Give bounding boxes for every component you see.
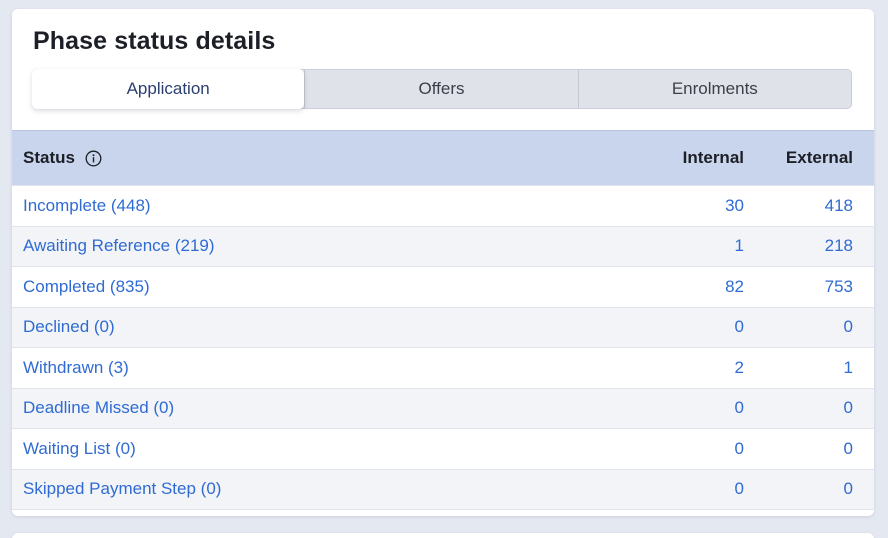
next-card-edge <box>12 533 874 538</box>
internal-count[interactable]: 1 <box>634 236 744 256</box>
table-row: Deadline Missed (0) 0 0 <box>12 387 874 428</box>
status-header-label: Status <box>23 148 75 167</box>
internal-count[interactable]: 0 <box>634 317 744 337</box>
status-link[interactable]: Declined (0) <box>12 317 634 337</box>
status-header-cell: Status <box>12 148 634 168</box>
status-link[interactable]: Withdrawn (3) <box>12 358 634 378</box>
internal-count[interactable]: 82 <box>634 277 744 297</box>
external-header: External <box>785 148 853 167</box>
external-count[interactable]: 0 <box>744 398 853 418</box>
external-count[interactable]: 218 <box>744 236 853 256</box>
status-link[interactable]: Waiting List (0) <box>12 439 634 459</box>
card-title: Phase status details <box>33 27 276 55</box>
external-count[interactable]: 418 <box>744 196 853 216</box>
table-header-row: Status Internal External <box>12 130 874 185</box>
external-count[interactable]: 0 <box>744 317 853 337</box>
status-link[interactable]: Incomplete (448) <box>12 196 634 216</box>
tab-offers[interactable]: Offers <box>304 70 577 108</box>
external-count[interactable]: 0 <box>744 439 853 459</box>
internal-header: Internal <box>682 148 744 167</box>
table-row: Withdrawn (3) 2 1 <box>12 347 874 388</box>
phase-tabs: Application Offers Enrolments <box>32 69 852 109</box>
external-count[interactable]: 1 <box>744 358 853 378</box>
table-row: Awaiting Reference (219) 1 218 <box>12 225 874 266</box>
tab-application[interactable]: Application <box>32 69 305 109</box>
table-row: Declined (0) 0 0 <box>12 306 874 347</box>
internal-count[interactable]: 30 <box>634 196 744 216</box>
table-row: Skipped Payment Step (0) 0 0 <box>12 468 874 509</box>
status-link[interactable]: Awaiting Reference (219) <box>12 236 634 256</box>
internal-count[interactable]: 0 <box>634 439 744 459</box>
table-divider <box>12 509 874 510</box>
external-count[interactable]: 753 <box>744 277 853 297</box>
status-link[interactable]: Skipped Payment Step (0) <box>12 479 634 499</box>
info-circle-icon[interactable] <box>85 150 102 167</box>
internal-count[interactable]: 2 <box>634 358 744 378</box>
table-row: Completed (835) 82 753 <box>12 266 874 307</box>
phase-status-card: Phase status details Application Offers … <box>12 9 874 516</box>
internal-count[interactable]: 0 <box>634 398 744 418</box>
internal-count[interactable]: 0 <box>634 479 744 499</box>
external-count[interactable]: 0 <box>744 479 853 499</box>
status-link[interactable]: Deadline Missed (0) <box>12 398 634 418</box>
table-row: Incomplete (448) 30 418 <box>12 185 874 226</box>
table-body: Incomplete (448) 30 418 Awaiting Referen… <box>12 185 874 509</box>
table-row: Waiting List (0) 0 0 <box>12 428 874 469</box>
tab-enrolments[interactable]: Enrolments <box>577 70 851 108</box>
status-table: Status Internal External Incomplete (448… <box>12 130 874 510</box>
status-link[interactable]: Completed (835) <box>12 277 634 297</box>
